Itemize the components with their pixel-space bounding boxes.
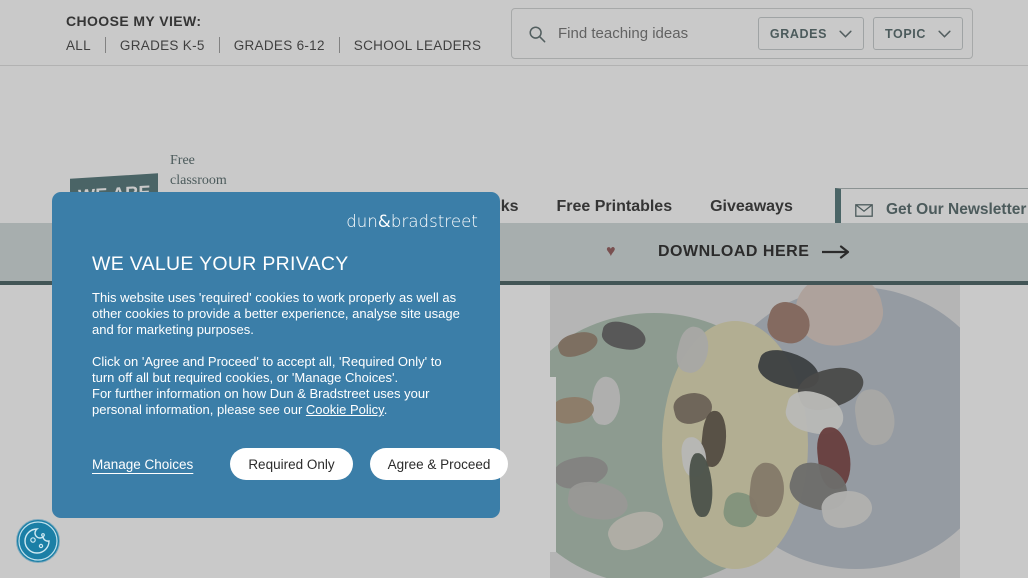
consent-paragraph-2: Click on 'Agree and Proceed' to accept a… xyxy=(92,354,466,419)
screenshot-stage: CHOOSE MY VIEW: ALL GRADES K-5 GRADES 6-… xyxy=(0,0,1028,578)
modal-title: WE VALUE YOUR PRIVACY xyxy=(92,253,349,275)
manage-choices-link[interactable]: Manage Choices xyxy=(92,457,193,472)
consent-paragraph-2-line-a: Click on 'Agree and Proceed' to accept a… xyxy=(92,353,442,385)
consent-paragraph-2-end: . xyxy=(383,402,388,418)
dun-bradstreet-logo: dun&bradstreet xyxy=(346,212,478,231)
brand-word-dun: dun xyxy=(346,212,378,231)
brand-word-bradstreet: bradstreet xyxy=(390,212,478,231)
consent-paragraph-1: This website uses 'required' cookies to … xyxy=(92,290,460,338)
required-only-button[interactable]: Required Only xyxy=(230,448,353,480)
modal-actions: Manage Choices Required Only Agree & Pro… xyxy=(92,448,509,480)
cookie-policy-link[interactable]: Cookie Policy xyxy=(306,402,384,417)
modal-body: This website uses 'required' cookies to … xyxy=(92,290,466,418)
cookie-consent-modal: dun&bradstreet WE VALUE YOUR PRIVACY Thi… xyxy=(52,192,509,518)
cookie-settings-button[interactable] xyxy=(16,519,60,563)
agree-and-proceed-button[interactable]: Agree & Proceed xyxy=(369,448,509,480)
cookie-icon xyxy=(18,521,58,561)
brand-ampersand: & xyxy=(377,212,391,231)
